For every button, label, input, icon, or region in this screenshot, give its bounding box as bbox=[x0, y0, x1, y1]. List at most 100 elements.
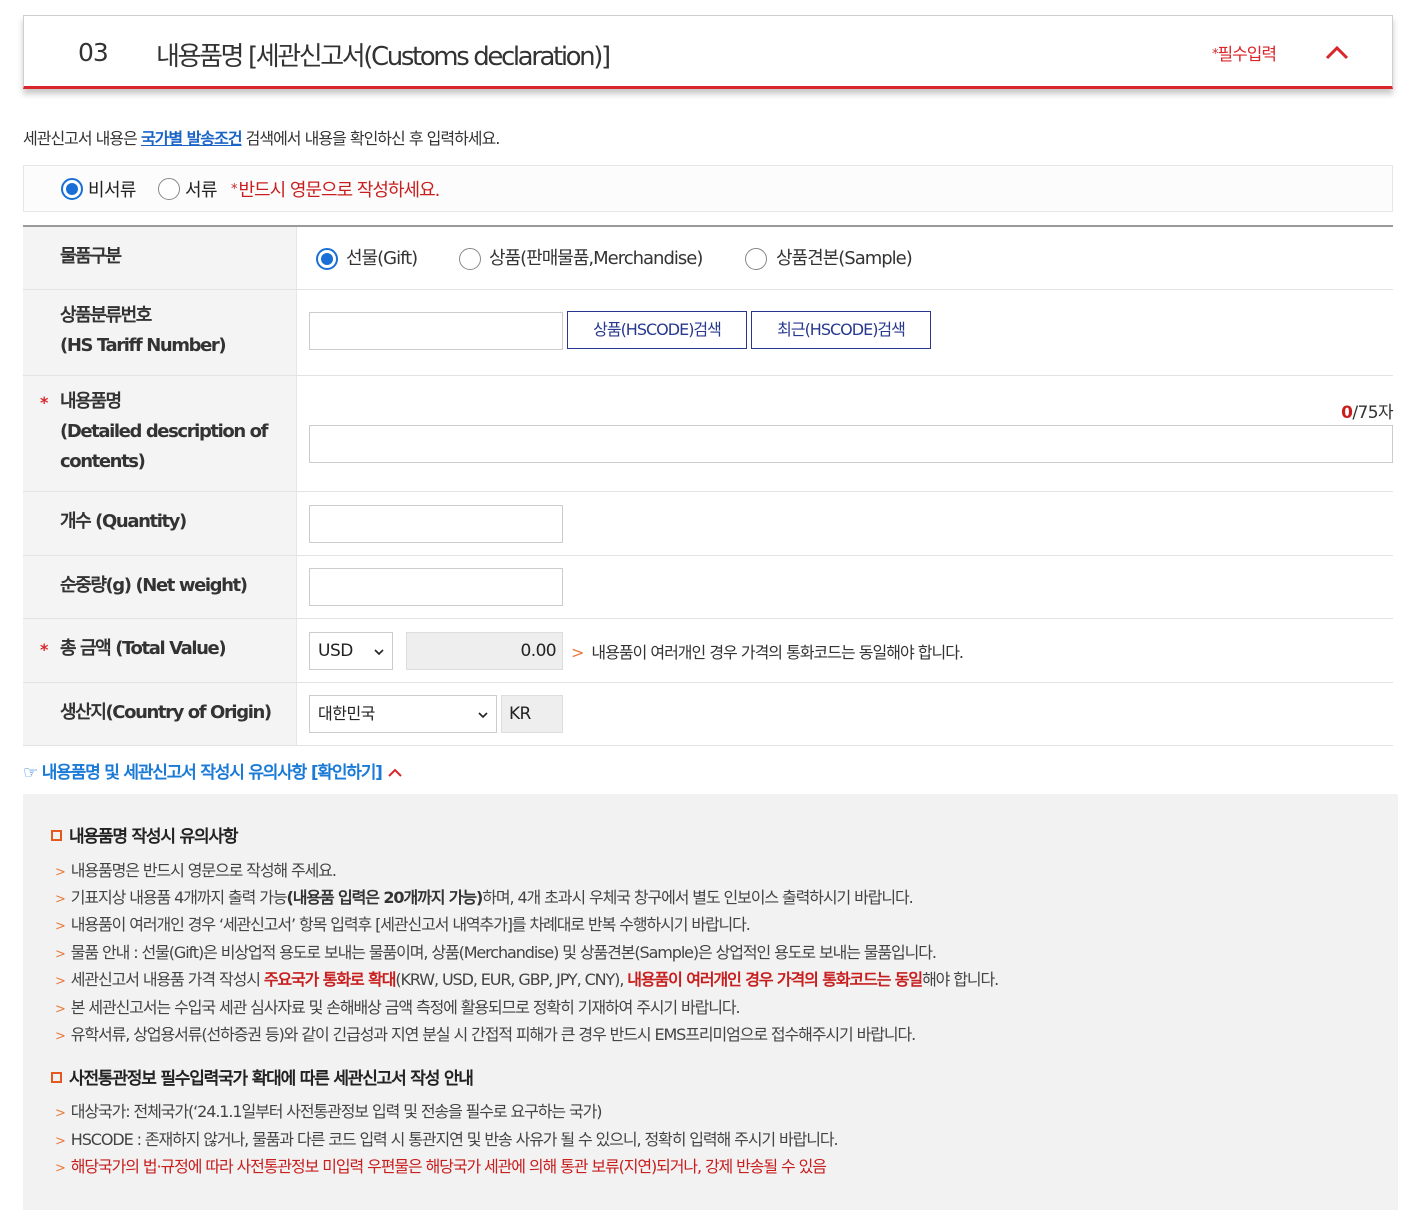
required-note: *필수입력 bbox=[1212, 40, 1278, 65]
intro-after: 검색에서 내용을 확인하신 후 입력하세요. bbox=[241, 129, 501, 148]
section2-title-text: 사전통관정보 필수입력국가 확대에 따른 세관신고서 작성 안내 bbox=[69, 1069, 474, 1089]
char-count-max: /75자 bbox=[1352, 403, 1393, 423]
country-value: 대한민국 bbox=[318, 704, 375, 723]
list-item: > 세관신고서 내용품 가격 작성시 주요국가 통화로 확대(KRW, USD, … bbox=[55, 966, 999, 990]
notice-toggle-label: ☞ 내용품명 및 세관신고서 작성시 유의사항 [확인하기] bbox=[23, 763, 383, 783]
row-item-type: 물품구분 선물(Gift) 상품(판매물품,Merchandise) 상품견본(… bbox=[23, 227, 1393, 290]
document-type-bar: 비서류 서류 * 반드시 영문으로 작성하세요. bbox=[23, 165, 1393, 212]
row-quantity: 개수 (Quantity) bbox=[23, 492, 1393, 556]
notice-box: 내용품명 작성시 유의사항 > 내용품명은 반드시 영문으로 작성해 주세요. >… bbox=[23, 794, 1398, 1210]
list-item: > 유학서류, 상업용서류(선하증권 등)와 같이 긴급성과 지연 분실 시 간접… bbox=[55, 1021, 916, 1045]
notice-section2-title: 사전통관정보 필수입력국가 확대에 따른 세관신고서 작성 안내 bbox=[51, 1064, 474, 1089]
hint-marker: > bbox=[571, 643, 584, 662]
list-item: > 내용품이 여러개인 경우 ‘세관신고서’ 항목 입력후 [세관신고서 내역추가… bbox=[55, 911, 751, 935]
list-text: 기표지상 내용품 4개까지 출력 가능 bbox=[70, 888, 288, 907]
total-value-label: 총 금액 (Total Value) bbox=[60, 638, 227, 659]
list-text: 해당국가의 법·규정에 따라 사전통관정보 미입력 우편물은 해당국가 세관에 … bbox=[70, 1157, 827, 1176]
row-header: 상품분류번호 (HS Tariff Number) bbox=[23, 290, 297, 375]
gift-label[interactable]: 선물(Gift) bbox=[346, 244, 418, 270]
country-conditions-link[interactable]: 국가별 발송조건 bbox=[141, 129, 243, 148]
list-text: 해야 합니다. bbox=[922, 970, 999, 989]
bullet-marker: > bbox=[55, 947, 66, 962]
sample-label[interactable]: 상품견본(Sample) bbox=[776, 244, 913, 270]
notice-toggle-link[interactable]: ☞ 내용품명 및 세관신고서 작성시 유의사항 [확인하기] bbox=[23, 758, 402, 783]
quantity-input[interactable] bbox=[309, 505, 563, 543]
gift-radio[interactable] bbox=[316, 248, 338, 270]
bullet-marker: > bbox=[55, 919, 66, 934]
section-number: 03 bbox=[78, 38, 109, 67]
list-text-bold: (내용품 입력은 20개까지 가능) bbox=[286, 888, 484, 907]
origin-label: 생산지(Country of Origin) bbox=[60, 702, 272, 723]
net-weight-input[interactable] bbox=[309, 568, 563, 606]
list-text: HSCODE : 존재하지 않거나, 물품과 다른 코드 입력 시 통관지연 및… bbox=[70, 1130, 839, 1149]
item-type-label: 물품구분 bbox=[60, 246, 122, 267]
list-text: 세관신고서 내용품 가격 작성시 bbox=[70, 970, 264, 989]
list-item: > 물품 안내 : 선물(Gift)은 비상업적 용도로 보내는 물품이며, 상품… bbox=[55, 939, 937, 963]
document-radio[interactable] bbox=[158, 178, 180, 200]
warning-text: 반드시 영문으로 작성하세요. bbox=[238, 180, 441, 201]
currency-value: USD bbox=[318, 641, 353, 661]
list-item: > HSCODE : 존재하지 않거나, 물품과 다른 코드 입력 시 통관지연 … bbox=[55, 1126, 839, 1150]
hint-text: 내용품이 여러개인 경우 가격의 통화코드는 동일해야 합니다. bbox=[591, 643, 964, 662]
customs-form: 물품구분 선물(Gift) 상품(판매물품,Merchandise) 상품견본(… bbox=[23, 225, 1394, 746]
row-header: 순중량(g) (Net weight) bbox=[23, 556, 297, 618]
chevron-up-icon bbox=[388, 768, 402, 777]
row-header: * 내용품명 (Detailed description of contents… bbox=[23, 376, 297, 491]
description-label-en2: contents) bbox=[60, 451, 146, 472]
bullet-marker: > bbox=[55, 974, 66, 989]
list-text: 유학서류, 상업용서류(선하증권 등)와 같이 긴급성과 지연 분실 시 간접적… bbox=[70, 1025, 916, 1044]
list-item: > 대상국가: 전체국가(‘24.1.1일부터 사전통관정보 입력 및 전송을 필… bbox=[55, 1098, 603, 1122]
hscode-search-button[interactable]: 상품(HSCODE)검색 bbox=[567, 311, 747, 349]
list-text: 내용품명은 반드시 영문으로 작성해 주세요. bbox=[70, 861, 337, 880]
list-text-red: 내용품이 여러개인 경우 가격의 통화코드는 동일 bbox=[627, 970, 923, 989]
hs-code-input[interactable] bbox=[309, 312, 563, 350]
list-item: > 해당국가의 법·규정에 따라 사전통관정보 미입력 우편물은 해당국가 세관에… bbox=[55, 1153, 827, 1177]
list-text: 대상국가: 전체국가(‘24.1.1일부터 사전통관정보 입력 및 전송을 필수… bbox=[70, 1102, 603, 1121]
list-text: 물품 안내 : 선물(Gift)은 비상업적 용도로 보내는 물품이며, 상품(… bbox=[70, 943, 937, 962]
row-total-value: * 총 금액 (Total Value) USD 0.00 > 내용품이 여러개인… bbox=[23, 619, 1393, 683]
sample-radio[interactable] bbox=[745, 248, 767, 270]
required-label: 필수입력 bbox=[1217, 45, 1278, 65]
list-item: > 본 세관신고서는 수입국 세관 심사자료 및 손해배상 금액 측정에 활용되므… bbox=[55, 994, 741, 1018]
net-weight-label: 순중량(g) (Net weight) bbox=[60, 575, 248, 596]
list-text: 내용품이 여러개인 경우 ‘세관신고서’ 항목 입력후 [세관신고서 내역추가]… bbox=[70, 915, 751, 934]
country-select[interactable]: 대한민국 bbox=[309, 695, 497, 733]
row-hs-code: 상품분류번호 (HS Tariff Number) 상품(HSCODE)검색 최… bbox=[23, 290, 1393, 376]
collapse-section-button[interactable] bbox=[1322, 38, 1352, 68]
list-text-red: 주요국가 통화로 확대 bbox=[263, 970, 397, 989]
section-title: 내용품명 [세관신고서(Customs declaration)] bbox=[156, 42, 611, 72]
required-mark: * bbox=[40, 640, 48, 659]
bullet-marker: > bbox=[55, 1029, 66, 1044]
amount-input[interactable]: 0.00 bbox=[406, 632, 563, 670]
chevron-down-icon bbox=[374, 649, 384, 656]
row-net-weight: 순중량(g) (Net weight) bbox=[23, 556, 1393, 619]
hs-code-label-en: (HS Tariff Number) bbox=[60, 335, 227, 356]
document-label[interactable]: 서류 bbox=[185, 176, 218, 202]
row-header: 개수 (Quantity) bbox=[23, 492, 297, 555]
chevron-up-icon bbox=[1325, 45, 1349, 60]
merchandise-radio[interactable] bbox=[459, 248, 481, 270]
intro-before: 세관신고서 내용은 bbox=[23, 129, 141, 148]
square-bullet-icon bbox=[51, 830, 62, 841]
hs-code-label: 상품분류번호 bbox=[60, 305, 152, 326]
description-label: 내용품명 bbox=[60, 391, 122, 412]
description-input[interactable] bbox=[309, 425, 1393, 463]
row-header: 물품구분 bbox=[23, 227, 297, 289]
bullet-marker: > bbox=[55, 892, 66, 907]
notice-section1-title: 내용품명 작성시 유의사항 bbox=[51, 822, 238, 847]
english-only-warning: * 반드시 영문으로 작성하세요. bbox=[231, 176, 441, 202]
recent-hscode-search-button[interactable]: 최근(HSCODE)검색 bbox=[751, 311, 931, 349]
intro-text: 세관신고서 내용은 국가별 발송조건 검색에서 내용을 확인하신 후 입력하세요… bbox=[23, 125, 501, 149]
bullet-marker: > bbox=[55, 1161, 66, 1176]
merchandise-label[interactable]: 상품(판매물품,Merchandise) bbox=[489, 244, 703, 270]
country-code-field: KR bbox=[501, 695, 563, 733]
section-header: 03 내용품명 [세관신고서(Customs declaration)] *필수… bbox=[23, 15, 1393, 89]
description-label-en1: (Detailed description of bbox=[60, 421, 268, 442]
bullet-marker: > bbox=[55, 1134, 66, 1149]
bullet-marker: > bbox=[55, 1002, 66, 1017]
row-description: * 내용품명 (Detailed description of contents… bbox=[23, 376, 1394, 492]
non-document-label[interactable]: 비서류 bbox=[88, 176, 136, 202]
currency-select[interactable]: USD bbox=[309, 632, 393, 670]
non-document-radio[interactable] bbox=[61, 178, 83, 200]
char-counter: 0/75자 bbox=[1341, 398, 1393, 423]
